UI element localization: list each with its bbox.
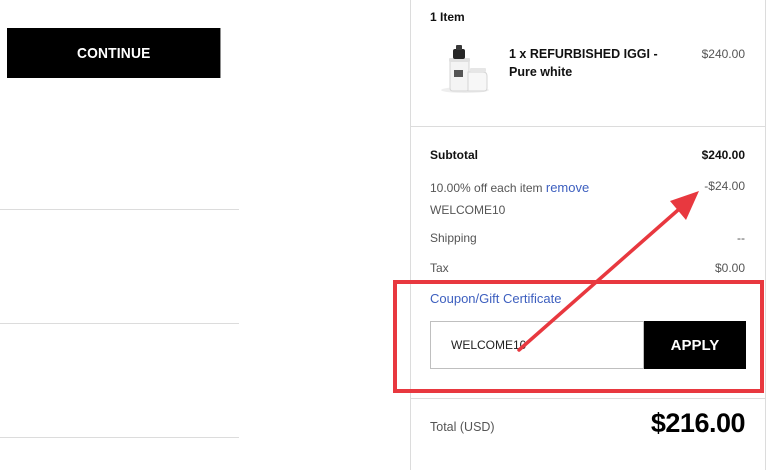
section-divider	[0, 437, 239, 438]
product-name: 1 x REFURBISHED IGGI - Pure white	[509, 47, 658, 79]
discount-description: 10.00% off each item remove	[430, 180, 589, 195]
coupon-gift-certificate-link[interactable]: Coupon/Gift Certificate	[430, 291, 562, 306]
product-price: $240.00	[701, 47, 745, 61]
subtotal-value: $240.00	[701, 148, 745, 162]
remove-discount-link[interactable]: remove	[546, 180, 589, 195]
summary-separator	[411, 126, 765, 127]
shipping-label: Shipping	[430, 231, 477, 245]
items-count: 1 Item	[430, 10, 465, 24]
tax-value: $0.00	[714, 261, 745, 275]
subtotal-label: Subtotal	[430, 148, 478, 162]
total-value: $216.00	[650, 408, 746, 438]
order-summary: 1 Item 1 x REFURBISHED IGGI - Pure white…	[410, 0, 766, 470]
section-divider	[0, 209, 239, 210]
discount-code: WELCOME10	[430, 203, 506, 217]
shipping-value: --	[737, 231, 745, 245]
continue-button[interactable]: CONTINUE	[7, 28, 221, 78]
product-image-icon	[438, 44, 492, 94]
apply-coupon-button[interactable]: APPLY	[644, 321, 746, 369]
discount-value: -$24.00	[704, 179, 745, 193]
tax-label: Tax	[430, 261, 449, 275]
discount-text: 10.00% off each item	[430, 181, 543, 195]
summary-separator	[411, 398, 765, 399]
section-divider	[0, 323, 239, 324]
coupon-code-input[interactable]	[430, 321, 644, 369]
total-label: Total (USD)	[430, 420, 495, 434]
